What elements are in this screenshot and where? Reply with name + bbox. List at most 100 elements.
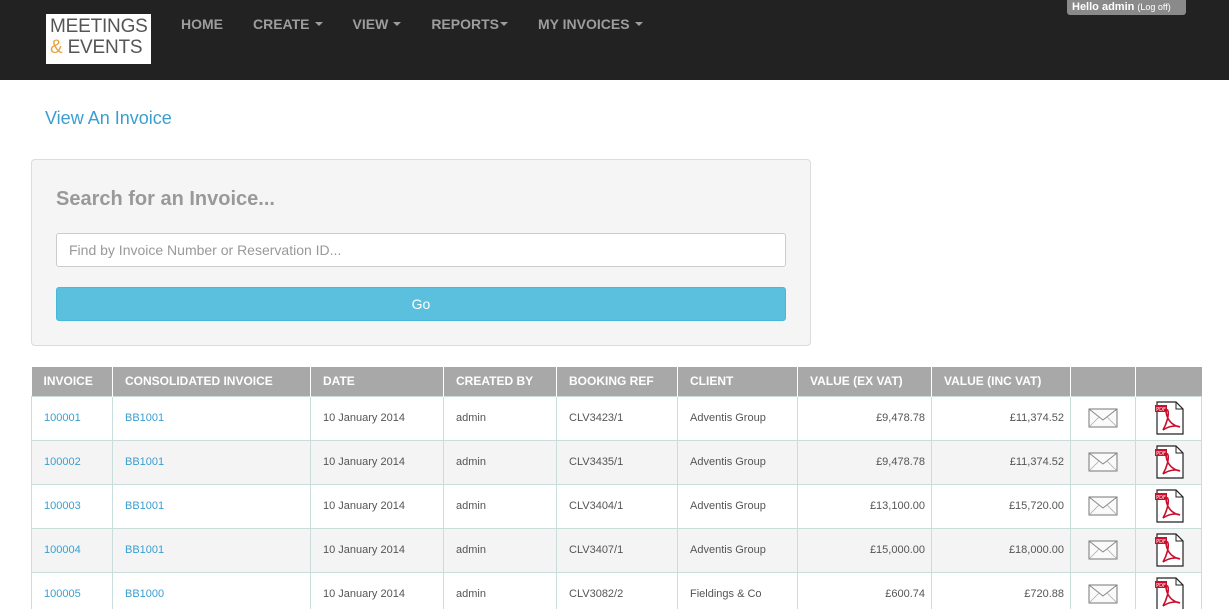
pdf-document-icon[interactable]: PDF (1154, 401, 1184, 435)
created-by: admin (443, 483, 557, 529)
envelope-icon[interactable] (1088, 539, 1118, 561)
email-cell (1070, 395, 1136, 441)
value-inc-vat: £720.88 (931, 571, 1071, 609)
nav-view[interactable]: VIEW (338, 0, 417, 50)
invoice-date: 10 January 2014 (310, 395, 444, 441)
svg-text:PDF: PDF (1156, 539, 1166, 545)
table-row: 100001 BB1001 10 January 2014 admin CLV3423/… (31, 395, 1202, 441)
chevron-down-icon (393, 22, 402, 27)
user-greeting: Hello admin (Log off) (1067, 0, 1186, 15)
header-value-inc-vat[interactable]: VALUE (INC VAT) (931, 367, 1071, 396)
nav-home[interactable]: HOME (166, 0, 238, 50)
table-row: 100002 BB1001 10 January 2014 admin CLV3435/… (31, 439, 1202, 485)
header-created-by[interactable]: CREATED BY (443, 367, 557, 396)
invoice-number-link[interactable]: 100001 (31, 395, 113, 441)
invoice-date: 10 January 2014 (310, 571, 444, 609)
table-header-row: INVOICE CONSOLIDATED INVOICE DATE CREATE… (31, 367, 1202, 396)
svg-text:PDF: PDF (1156, 407, 1166, 413)
created-by: admin (443, 439, 557, 485)
chevron-down-icon (634, 22, 643, 27)
email-cell (1070, 571, 1136, 609)
greeting-text: Hello admin (1072, 1, 1135, 13)
top-navbar: MEETINGS & EVENTS HOME CREATE VIEW REPOR… (0, 0, 1229, 80)
consolidated-invoice-link[interactable]: BB1001 (112, 483, 311, 529)
client-name: Fieldings & Co (677, 571, 798, 609)
logoff-link[interactable]: (Log off) (1137, 2, 1170, 12)
pdf-document-icon[interactable]: PDF (1154, 489, 1184, 523)
created-by: admin (443, 571, 557, 609)
search-panel: Search for an Invoice... Go (31, 159, 811, 346)
chevron-down-icon (314, 22, 323, 27)
pdf-document-icon[interactable]: PDF (1154, 577, 1184, 609)
created-by: admin (443, 395, 557, 441)
consolidated-invoice-link[interactable]: BB1001 (112, 439, 311, 485)
nav-create[interactable]: CREATE (238, 0, 338, 50)
table-row: 100004 BB1001 10 January 2014 admin CLV3407/… (31, 527, 1202, 573)
header-date[interactable]: DATE (310, 367, 444, 396)
client-name: Adventis Group (677, 527, 798, 573)
invoice-table: INVOICE CONSOLIDATED INVOICE DATE CREATE… (31, 367, 1202, 609)
table-row: 100003 BB1001 10 January 2014 admin CLV3404/… (31, 483, 1202, 529)
value-ex-vat: £9,478.78 (797, 439, 932, 485)
nav-my-invoices-label: MY INVOICES (538, 16, 630, 32)
client-name: Adventis Group (677, 439, 798, 485)
pdf-document-icon[interactable]: PDF (1154, 533, 1184, 567)
invoice-date: 10 January 2014 (310, 483, 444, 529)
chevron-down-icon (500, 22, 508, 27)
envelope-icon[interactable] (1088, 451, 1118, 473)
booking-ref: CLV3407/1 (556, 527, 678, 573)
email-cell (1070, 439, 1136, 485)
svg-text:PDF: PDF (1156, 451, 1166, 457)
client-name: Adventis Group (677, 483, 798, 529)
header-value-ex-vat[interactable]: VALUE (EX VAT) (797, 367, 932, 396)
invoice-number-link[interactable]: 100002 (31, 439, 113, 485)
page-title: View An Invoice (45, 108, 172, 128)
consolidated-invoice-link[interactable]: BB1001 (112, 527, 311, 573)
pdf-cell: PDF (1135, 571, 1202, 609)
invoice-date: 10 January 2014 (310, 439, 444, 485)
nav-my-invoices[interactable]: MY INVOICES (523, 0, 658, 50)
go-button[interactable]: Go (56, 287, 786, 321)
invoice-number-link[interactable]: 100003 (31, 483, 113, 529)
consolidated-invoice-link[interactable]: BB1001 (112, 395, 311, 441)
search-input[interactable] (56, 233, 786, 267)
booking-ref: CLV3082/2 (556, 571, 678, 609)
pdf-document-icon[interactable]: PDF (1154, 445, 1184, 479)
table-row: 100005 BB1000 10 January 2014 admin CLV3082/… (31, 571, 1202, 609)
logo-line-2: & EVENTS (50, 37, 147, 58)
email-cell (1070, 483, 1136, 529)
invoice-number-link[interactable]: 100005 (31, 571, 113, 609)
value-ex-vat: £13,100.00 (797, 483, 932, 529)
booking-ref: CLV3423/1 (556, 395, 678, 441)
pdf-cell: PDF (1135, 527, 1202, 573)
value-inc-vat: £11,374.52 (931, 439, 1071, 485)
consolidated-invoice-link[interactable]: BB1000 (112, 571, 311, 609)
invoice-table-body: 100001 BB1001 10 January 2014 admin CLV3423/… (31, 395, 1202, 609)
value-inc-vat: £18,000.00 (931, 527, 1071, 573)
nav-reports[interactable]: REPORTS (416, 0, 523, 50)
logo-ampersand: & (50, 37, 63, 58)
nav-reports-label: REPORTS (431, 16, 499, 32)
invoice-date: 10 January 2014 (310, 527, 444, 573)
header-booking-ref[interactable]: BOOKING REF (556, 367, 678, 396)
main-nav: HOME CREATE VIEW REPORTS MY INVOICES (166, 0, 658, 50)
envelope-icon[interactable] (1088, 495, 1118, 517)
logo[interactable]: MEETINGS & EVENTS (46, 14, 151, 64)
svg-text:PDF: PDF (1156, 495, 1166, 501)
search-heading: Search for an Invoice... (56, 188, 275, 210)
logo-line-1: MEETINGS (50, 16, 148, 37)
pdf-cell: PDF (1135, 395, 1202, 441)
booking-ref: CLV3404/1 (556, 483, 678, 529)
header-invoice[interactable]: INVOICE (31, 367, 113, 396)
header-consolidated-invoice[interactable]: CONSOLIDATED INVOICE (112, 367, 311, 396)
header-client[interactable]: CLIENT (677, 367, 798, 396)
client-name: Adventis Group (677, 395, 798, 441)
envelope-icon[interactable] (1088, 583, 1118, 605)
value-inc-vat: £15,720.00 (931, 483, 1071, 529)
pdf-cell: PDF (1135, 439, 1202, 485)
created-by: admin (443, 527, 557, 573)
header-pdf (1135, 367, 1202, 396)
invoice-number-link[interactable]: 100004 (31, 527, 113, 573)
envelope-icon[interactable] (1088, 407, 1118, 429)
header-email (1070, 367, 1136, 396)
